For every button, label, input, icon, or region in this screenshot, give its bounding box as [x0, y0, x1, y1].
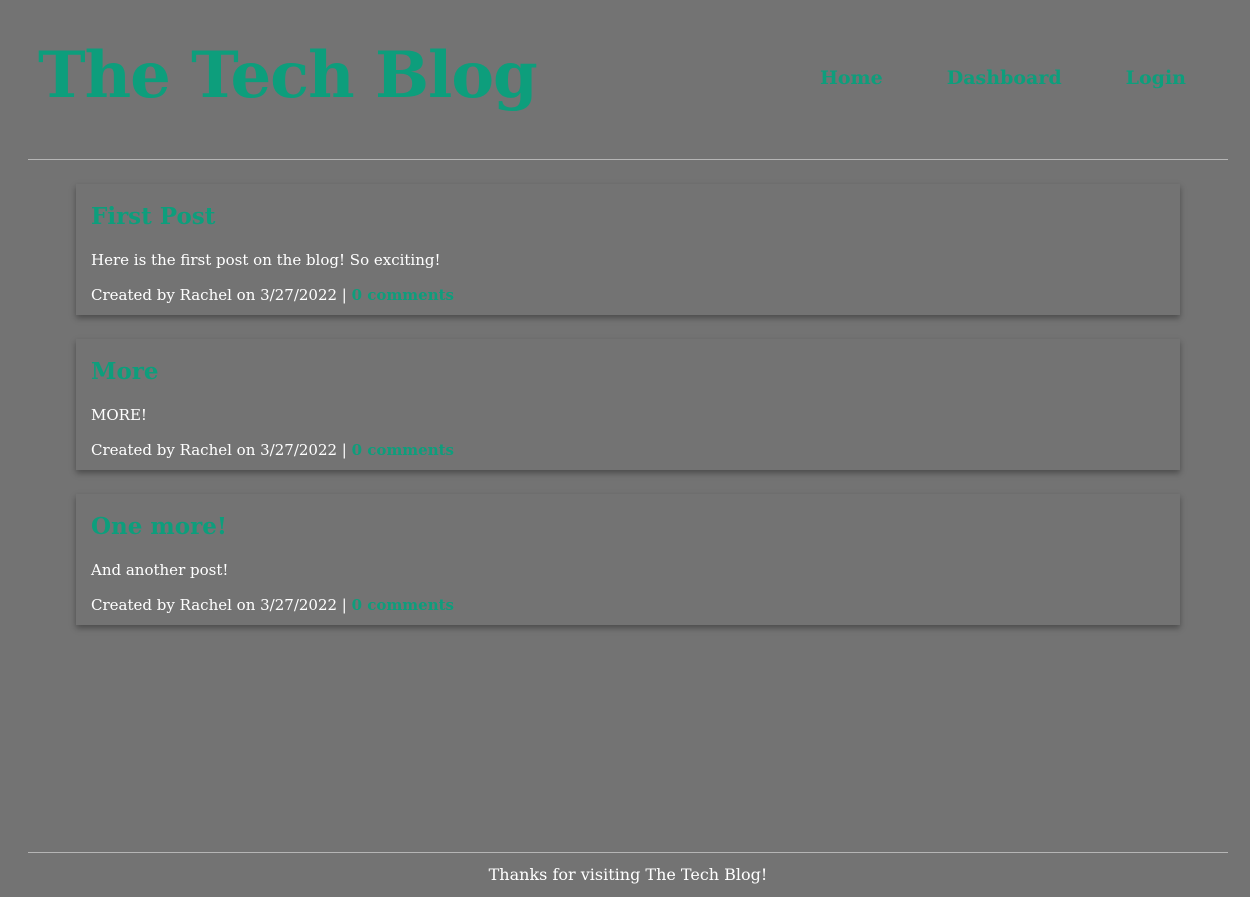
post-card: First Post Here is the first post on the…: [76, 184, 1180, 315]
post-meta-text: Created by Rachel on 3/27/2022 |: [91, 596, 352, 614]
site-title: The Tech Blog: [38, 38, 538, 113]
nav-login-link[interactable]: Login: [1126, 66, 1186, 90]
post-list: First Post Here is the first post on the…: [76, 184, 1180, 649]
post-meta: Created by Rachel on 3/27/2022 | 0 comme…: [91, 285, 1165, 305]
post-title[interactable]: One more!: [91, 512, 1165, 542]
post-card: One more! And another post! Created by R…: [76, 494, 1180, 625]
post-meta-text: Created by Rachel on 3/27/2022 |: [91, 441, 352, 459]
post-title[interactable]: More: [91, 357, 1165, 387]
post-card: More MORE! Created by Rachel on 3/27/202…: [76, 339, 1180, 470]
comments-link[interactable]: 0 comments: [352, 286, 454, 304]
post-body: MORE!: [91, 406, 147, 424]
post-meta: Created by Rachel on 3/27/2022 | 0 comme…: [91, 440, 1165, 460]
comments-link[interactable]: 0 comments: [352, 441, 454, 459]
footer-text: Thanks for visiting The Tech Blog!: [488, 865, 768, 884]
nav-dashboard-link[interactable]: Dashboard: [947, 66, 1062, 90]
site-footer: Thanks for visiting The Tech Blog!: [28, 852, 1228, 895]
post-meta: Created by Rachel on 3/27/2022 | 0 comme…: [91, 595, 1165, 615]
nav-home-link[interactable]: Home: [820, 66, 883, 90]
post-body: Here is the first post on the blog! So e…: [91, 251, 441, 269]
post-body: And another post!: [91, 561, 229, 579]
comments-link[interactable]: 0 comments: [352, 596, 454, 614]
post-meta-text: Created by Rachel on 3/27/2022 |: [91, 286, 352, 304]
post-title[interactable]: First Post: [91, 202, 1165, 232]
main-nav: Home Dashboard Login: [820, 66, 1186, 90]
site-header: The Tech Blog Home Dashboard Login: [28, 0, 1228, 160]
